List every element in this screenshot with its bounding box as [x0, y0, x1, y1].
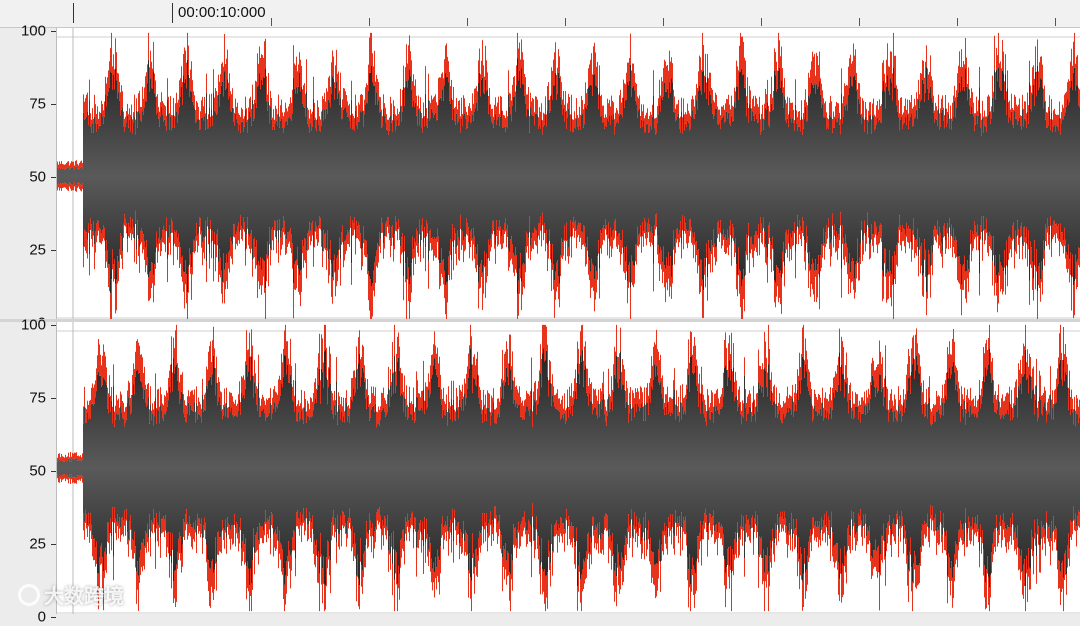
amplitude-label: 100 [20, 316, 46, 334]
waveform-plot-right[interactable] [57, 322, 1080, 614]
waveform-left [57, 28, 1080, 319]
ruler-minor-tick [1055, 18, 1056, 26]
ruler-minor-tick [761, 18, 762, 26]
amplitude-label: 50 [29, 462, 46, 480]
amplitude-label: 25 [29, 241, 46, 259]
ruler-minor-tick [957, 18, 958, 26]
ruler-major-tick [73, 3, 74, 23]
timeline-ruler[interactable]: 00:00:10:000 [0, 0, 1080, 28]
watermark-logo-icon [18, 583, 40, 606]
amplitude-axis-left: 1007550250 [0, 23, 57, 332]
waveform-editor[interactable]: 00:00:10:000 100 75 50 25 0 100 75 50 25 0 大数跨境 [0, 0, 1080, 626]
waveform-right [57, 322, 1080, 614]
amplitude-label: 100 [20, 22, 46, 40]
ruler-minor-tick [271, 18, 272, 26]
ruler-major-tick [172, 3, 173, 23]
amplitude-tick [51, 250, 56, 251]
amplitude-tick [51, 398, 56, 399]
amplitude-tick [51, 177, 56, 178]
amplitude-tick [51, 471, 56, 472]
amplitude-label: 0 [37, 608, 46, 626]
amplitude-tick [51, 544, 56, 545]
ruler-minor-tick [467, 18, 468, 26]
ruler-minor-tick [859, 18, 860, 26]
ruler-minor-tick [663, 18, 664, 26]
amplitude-label: 25 [29, 535, 46, 553]
waveform-plot-left[interactable] [57, 28, 1080, 319]
amplitude-label: 75 [29, 95, 46, 113]
watermark-text: 大数跨境 [44, 584, 124, 608]
amplitude-tick [51, 104, 56, 105]
channel-right[interactable]: 100 75 50 25 0 [0, 317, 1080, 626]
ruler-minor-tick [369, 18, 370, 26]
amplitude-label: 50 [29, 168, 46, 186]
timecode-label: 00:00:10:000 [178, 4, 266, 21]
ruler-minor-tick [565, 18, 566, 26]
watermark: 大数跨境 [18, 580, 124, 609]
amplitude-tick [51, 617, 56, 618]
amplitude-axis-right: 100 75 50 25 0 [0, 317, 57, 626]
amplitude-tick [51, 31, 56, 32]
channel-left[interactable]: 1007550250 [0, 23, 1080, 332]
amplitude-label: 75 [29, 389, 46, 407]
amplitude-tick [51, 325, 56, 326]
